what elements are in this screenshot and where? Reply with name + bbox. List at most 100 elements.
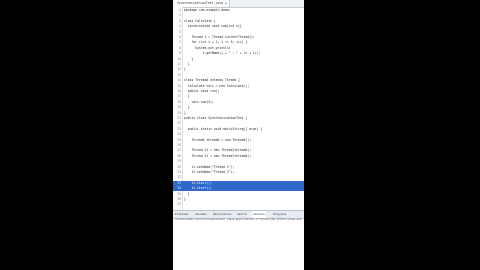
code-line[interactable]: 28 Thread t2 = new Thread(threadA);: [173, 154, 304, 159]
line-number: 4: [179, 24, 181, 29]
code-text: ThreadA threadA = new ThreadA();: [184, 137, 252, 142]
tab-progress[interactable]: Progress: [273, 211, 286, 218]
code-text: }: [184, 62, 190, 66]
code-line[interactable]: 35 }: [173, 192, 304, 197]
line-number: 1: [179, 8, 181, 12]
code-line[interactable]: 19 }: [173, 105, 304, 110]
code-text: synchronized void sum(int n){: [184, 24, 242, 29]
code-text: }: [184, 110, 186, 115]
code-text: t1.start();: [184, 180, 212, 185]
code-line[interactable]: 22: [173, 121, 304, 126]
line-number: 3: [179, 18, 181, 23]
code-line[interactable]: 10 }: [173, 57, 304, 62]
code-line[interactable]: 36}: [173, 197, 304, 202]
code-line[interactable]: 4 synchronized void sum(int n){: [173, 24, 304, 29]
code-text: class Calculate {: [184, 18, 216, 23]
code-text: calc.sum(4);: [184, 99, 214, 104]
code-line[interactable]: 25 ThreadA threadA = new ThreadA();: [173, 138, 304, 143]
code-text: public class SynchronizationTest {: [184, 116, 248, 120]
code-line[interactable]: 2: [173, 13, 304, 18]
line-number: 18: [177, 99, 181, 104]
code-line[interactable]: 9 t.getName() + " : " + (n + i));: [173, 51, 304, 56]
code-line[interactable]: 24: [173, 132, 304, 137]
line-number: 9: [179, 51, 181, 56]
code-line[interactable]: 11 }: [173, 62, 304, 67]
tab-javadoc[interactable]: Javadoc: [195, 211, 207, 218]
code-line[interactable]: 12}: [173, 67, 304, 72]
code-line[interactable]: 23 public static void main(String[] args…: [173, 127, 304, 132]
code-text: for (int i = 1; i <= 5; i++) {: [184, 40, 248, 45]
code-line[interactable]: 27 Thread t1 = new Thread(threadA);: [173, 148, 304, 153]
code-text: }: [184, 105, 190, 110]
line-number: 20: [177, 110, 181, 115]
code-line[interactable]: 1 package com.example.demo;: [173, 8, 304, 13]
line-number: 22: [177, 121, 181, 126]
line-number: 34: [177, 186, 181, 191]
line-number: 23: [177, 126, 181, 131]
code-line[interactable]: 29: [173, 159, 304, 164]
line-number: 2: [179, 13, 181, 18]
tab-search[interactable]: Search: [237, 211, 247, 218]
code-line[interactable]: 6 Thread t = Thread.currentThread();: [173, 35, 304, 40]
line-number: 28: [177, 153, 181, 158]
code-line[interactable]: 3 class Calculate {: [173, 19, 304, 24]
tab-declaration[interactable]: Declaration: [213, 211, 232, 218]
code-text: Calculate calc = new Calculate();: [184, 83, 250, 88]
code-line[interactable]: 37: [173, 202, 304, 207]
code-line[interactable]: 31 t2.setName("Thread 2");: [173, 170, 304, 175]
code-line[interactable]: 8 System.out.println(: [173, 46, 304, 51]
line-number: 21: [177, 116, 181, 120]
code-text: Thread t1 = new Thread(threadA);: [184, 148, 252, 153]
code-line[interactable]: 21 public class SynchronizationTest {: [173, 116, 304, 121]
code-text: Thread t2 = new Thread(threadA);: [184, 153, 252, 158]
code-line[interactable]: 16 public void run(): [173, 89, 304, 94]
code-text: class ThreadA extends Thread {: [184, 78, 240, 83]
code-text: System.out.println(: [184, 45, 231, 50]
line-number: 35: [177, 191, 181, 196]
line-number: 32: [177, 175, 181, 180]
code-line[interactable]: 17 {: [173, 94, 304, 99]
line-number: 5: [179, 29, 181, 34]
tab-problems[interactable]: Problems: [175, 211, 188, 218]
line-number: 13: [177, 72, 181, 77]
code-editor-window: SynchronizationTest.java ☒ 1 package com.…: [173, 0, 304, 270]
code-line[interactable]: 34 t2.start();: [173, 186, 304, 192]
code-text: public static void main(String[] args) {: [184, 126, 263, 131]
line-number: 37: [177, 202, 181, 207]
code-text: }: [184, 197, 186, 201]
line-number: 16: [177, 89, 181, 93]
code-line[interactable]: 14 class ThreadA extends Thread {: [173, 78, 304, 83]
line-number: 8: [179, 45, 181, 50]
code-line[interactable]: 15 Calculate calc = new Calculate();: [173, 84, 304, 89]
line-number: 7: [179, 40, 181, 45]
line-number: 25: [177, 137, 181, 142]
code-text: t1.setName("Thread 1");: [184, 164, 235, 169]
code-text: }: [184, 67, 186, 72]
code-line[interactable]: 5: [173, 30, 304, 35]
line-number: 36: [177, 197, 181, 201]
code-line[interactable]: 32: [173, 175, 304, 180]
code-line[interactable]: 33 t1.start();: [173, 180, 304, 186]
code-line[interactable]: 7 for (int i = 1; i <= 5; i++) {: [173, 40, 304, 45]
editor-tab[interactable]: SynchronizationTest.java ☒: [175, 0, 230, 7]
code-line[interactable]: 13: [173, 73, 304, 78]
code-text: public void run(): [184, 89, 220, 93]
code-text: t2.start();: [184, 186, 212, 191]
code-text: Thread t = Thread.currentThread();: [184, 35, 255, 39]
line-number: 19: [177, 105, 181, 110]
code-text: {: [184, 94, 190, 99]
code-line[interactable]: 20}: [173, 111, 304, 116]
line-number: 33: [177, 180, 181, 185]
line-number: 29: [177, 159, 181, 164]
tab-console[interactable]: Console: [252, 211, 266, 218]
code-text: }: [184, 191, 190, 196]
code-line[interactable]: 30 t1.setName("Thread 1");: [173, 165, 304, 170]
code-line[interactable]: 26: [173, 143, 304, 148]
editor-tab-bar: SynchronizationTest.java ☒: [173, 0, 304, 8]
code-text: package com.example.demo;: [184, 8, 231, 12]
line-number: 15: [177, 83, 181, 88]
console-output[interactable]: [173, 222, 304, 270]
code-line[interactable]: 18 calc.sum(4);: [173, 100, 304, 105]
line-number: 30: [177, 164, 181, 169]
line-number: 12: [177, 67, 181, 72]
